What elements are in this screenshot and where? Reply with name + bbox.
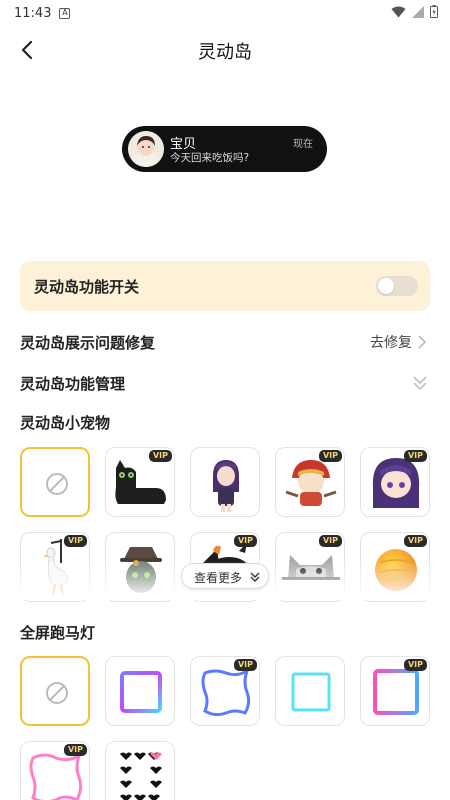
- preview-time: 现在: [293, 139, 313, 150]
- marquee-tile-pink-blue-frame[interactable]: VIP: [360, 656, 430, 726]
- nav-bar: 灵动岛: [0, 30, 450, 70]
- marquee-tile-wavy-pink-frame[interactable]: VIP: [20, 741, 90, 800]
- vip-badge: VIP: [403, 450, 427, 462]
- view-more-label: 查看更多: [194, 571, 243, 585]
- island-preview: 宝贝 今天回来吃饭吗? 现在: [122, 126, 327, 172]
- feature-toggle[interactable]: [376, 276, 418, 296]
- pet-tile-red-hat-girl[interactable]: VIP: [275, 447, 345, 517]
- repair-action[interactable]: 去修复: [370, 332, 412, 352]
- wifi-icon: [391, 6, 406, 17]
- marquee-tile-gradient-square[interactable]: [105, 656, 175, 726]
- pet-tile-none[interactable]: [20, 447, 90, 517]
- pet-tile-purple-hair-girl[interactable]: [190, 447, 260, 517]
- vip-badge: VIP: [233, 535, 257, 547]
- signal-icon: [412, 5, 424, 18]
- status-bar: 11:43 A: [0, 0, 450, 26]
- preview-message: 今天回来吃饭吗?: [170, 152, 250, 164]
- vip-badge: VIP: [403, 659, 427, 671]
- marquee-tile-heart-frame[interactable]: [105, 741, 175, 800]
- avatar: [128, 131, 164, 167]
- vip-badge: VIP: [403, 535, 427, 547]
- toggle-knob: [378, 278, 394, 294]
- vip-badge: VIP: [318, 450, 342, 462]
- manage-label: 灵动岛功能管理: [20, 375, 126, 393]
- marquee-tile-wavy-blue-frame[interactable]: VIP: [190, 656, 260, 726]
- purple-hair-girl-image: [213, 460, 239, 512]
- pets-section-title: 灵动岛小宠物: [20, 414, 111, 432]
- battery-icon: [430, 5, 438, 18]
- heart-frame-image: [120, 752, 162, 800]
- double-chevron-down-icon[interactable]: [412, 374, 428, 392]
- cyan-square-image: [291, 672, 331, 712]
- vip-badge: VIP: [148, 450, 172, 462]
- feature-switch-label: 灵动岛功能开关: [34, 278, 140, 296]
- prohibited-icon: [46, 473, 68, 495]
- pet-tile-purple-hair-chibi[interactable]: VIP: [360, 447, 430, 517]
- vip-badge: VIP: [63, 744, 87, 756]
- manage-row[interactable]: 灵动岛功能管理: [20, 369, 430, 397]
- marquee-section-title: 全屏跑马灯: [20, 624, 96, 642]
- prohibited-icon: [46, 682, 68, 704]
- marquee-tile-none[interactable]: [20, 656, 90, 726]
- vip-badge: VIP: [318, 535, 342, 547]
- page-title: 灵动岛: [198, 42, 252, 63]
- chevron-right-icon: [418, 335, 427, 349]
- vip-badge: VIP: [233, 659, 257, 671]
- repair-label: 灵动岛展示问题修复: [20, 334, 156, 352]
- view-more-button[interactable]: 查看更多: [181, 563, 269, 589]
- vip-badge: VIP: [63, 535, 87, 547]
- marquee-tile-cyan-square[interactable]: [275, 656, 345, 726]
- repair-row[interactable]: 灵动岛展示问题修复 去修复: [20, 328, 430, 356]
- gradient-square-image: [120, 671, 162, 713]
- notification-icon: A: [59, 7, 71, 19]
- pet-tile-black-cat[interactable]: VIP: [105, 447, 175, 517]
- feature-switch-card: 灵动岛功能开关: [20, 261, 430, 311]
- double-chevron-down-icon: [250, 572, 260, 582]
- status-time: 11:43: [14, 5, 52, 21]
